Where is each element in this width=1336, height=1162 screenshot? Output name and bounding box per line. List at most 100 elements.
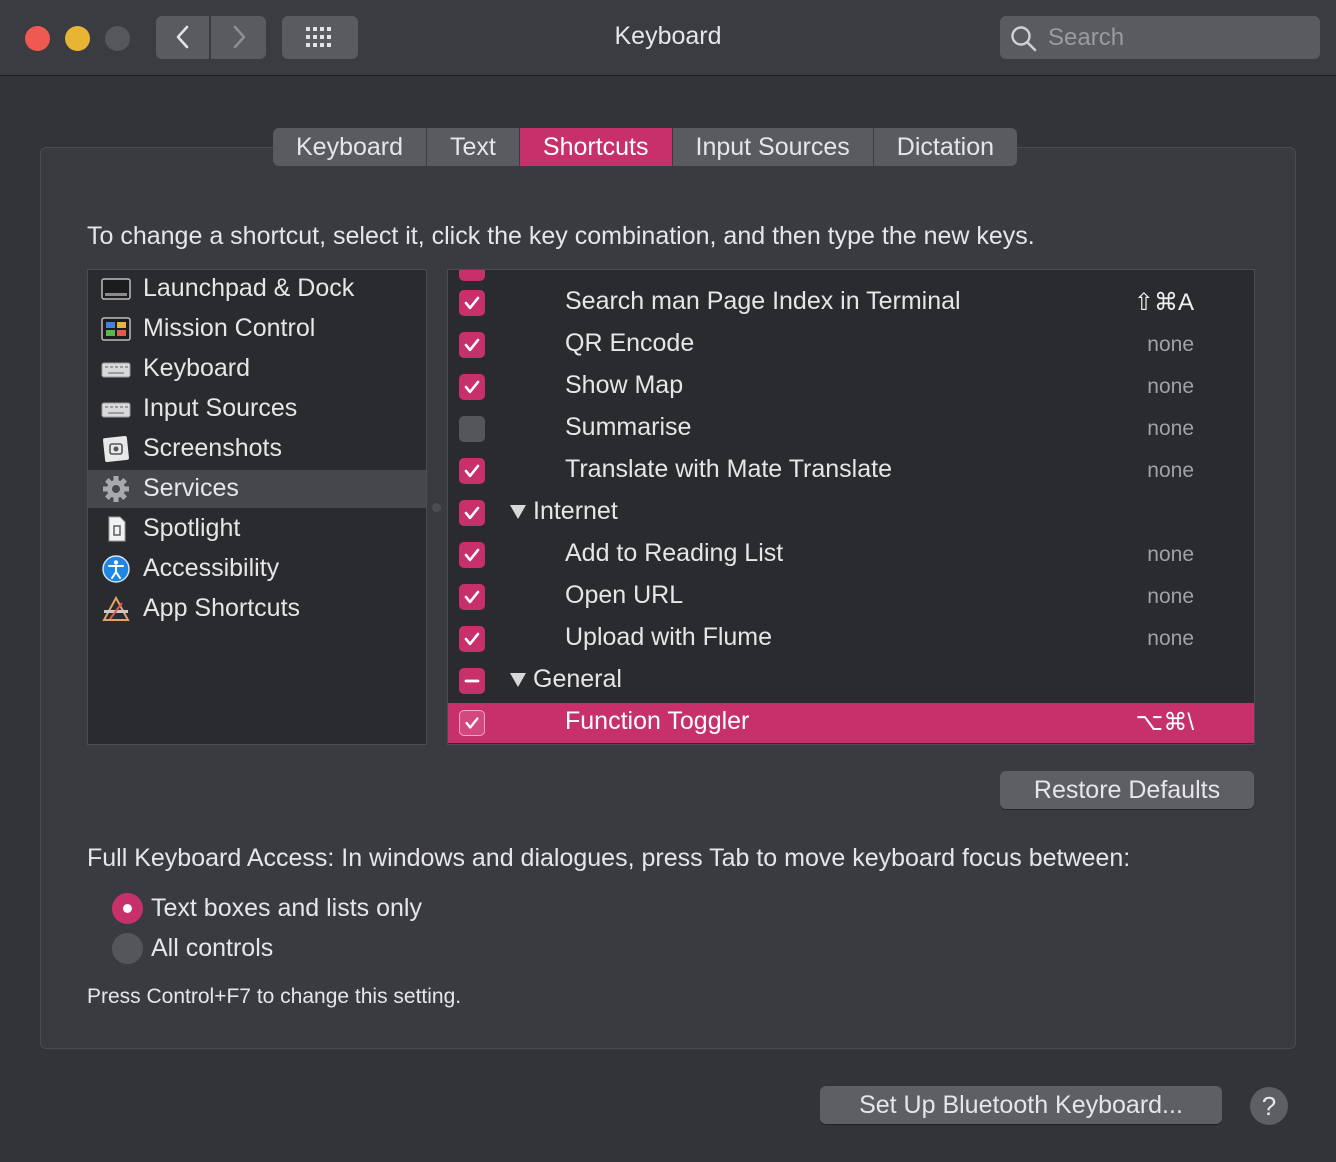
- instruction-text: To change a shortcut, select it, click t…: [87, 222, 1035, 250]
- category-label: Screenshots: [143, 434, 282, 462]
- category-list[interactable]: Launchpad & Dock Mission Control Keyboar…: [87, 269, 427, 745]
- shortcut-keys[interactable]: none: [1147, 585, 1194, 609]
- service-label: Function Toggler: [565, 707, 750, 735]
- gear-icon: [103, 476, 129, 502]
- tab-shortcuts[interactable]: Shortcuts: [519, 128, 673, 166]
- checkmark-icon: [464, 380, 480, 394]
- category-spotlight[interactable]: Spotlight: [88, 510, 426, 548]
- radio-button[interactable]: [112, 933, 143, 964]
- service-label: QR Encode: [565, 329, 695, 357]
- screenshots-icon: [103, 436, 129, 462]
- service-label: Add to Reading List: [565, 539, 784, 567]
- disclosure-triangle-icon[interactable]: [510, 505, 526, 519]
- checkmark-icon: [464, 632, 480, 646]
- app-shortcuts-icon: [102, 595, 130, 621]
- service-label: Summarise: [565, 413, 692, 441]
- checkbox[interactable]: [459, 332, 485, 358]
- help-button[interactable]: ?: [1250, 1087, 1288, 1125]
- shortcut-keys[interactable]: ⇧⌘A: [1134, 288, 1194, 317]
- keyboard-icon: [101, 362, 131, 378]
- radio-label: Text boxes and lists only: [151, 894, 422, 922]
- category-screenshots[interactable]: Screenshots: [88, 430, 426, 468]
- category-accessibility[interactable]: Accessibility: [88, 550, 426, 588]
- radio-button-selected[interactable]: [112, 893, 143, 924]
- category-label: App Shortcuts: [143, 594, 301, 622]
- shortcut-keys[interactable]: ⌥⌘\: [1136, 708, 1194, 737]
- category-label: Services: [143, 474, 239, 502]
- control-f7-note: Press Control+F7 to change this setting.: [87, 985, 462, 1008]
- checkmark-icon: [464, 548, 480, 562]
- shortcut-keys[interactable]: none: [1147, 543, 1194, 567]
- checkmark-icon: [464, 590, 480, 604]
- preferences-window: Keyboard Keyboard Text Shortcuts Input S…: [0, 0, 1336, 1162]
- list-item[interactable]: Open URL none: [448, 577, 1254, 617]
- bluetooth-keyboard-button[interactable]: Set Up Bluetooth Keyboard...: [820, 1086, 1222, 1124]
- service-label: Show Map: [565, 371, 684, 399]
- checkbox[interactable]: [459, 374, 485, 400]
- service-label: Upload with Flume: [565, 623, 773, 651]
- shortcut-keys[interactable]: none: [1147, 459, 1194, 483]
- radio-label: All controls: [151, 934, 274, 962]
- checkbox[interactable]: [459, 500, 485, 526]
- launchpad-dock-icon: [101, 278, 131, 300]
- checkbox[interactable]: [459, 270, 485, 281]
- service-label: Search man Page Index in Terminal: [565, 287, 961, 315]
- service-label: Translate with Mate Translate: [565, 455, 892, 483]
- category-label: Spotlight: [143, 514, 241, 542]
- group-label: General: [533, 665, 622, 693]
- search-icon: [1011, 26, 1037, 52]
- search-field[interactable]: [1000, 16, 1320, 59]
- full-keyboard-access-label: Full Keyboard Access: In windows and dia…: [87, 844, 1131, 872]
- checkbox[interactable]: [459, 416, 485, 442]
- checkbox[interactable]: [459, 542, 485, 568]
- checkbox-mixed[interactable]: [459, 668, 485, 694]
- service-label: Open URL: [565, 581, 684, 609]
- checkbox[interactable]: [459, 458, 485, 484]
- checkbox[interactable]: [459, 710, 485, 736]
- list-item[interactable]: Translate with Mate Translate none: [448, 451, 1254, 491]
- split-view-handle[interactable]: [432, 503, 441, 512]
- shortcut-keys[interactable]: none: [1147, 417, 1194, 441]
- list-item[interactable]: Summarise none: [448, 409, 1254, 449]
- category-label: Mission Control: [143, 314, 316, 342]
- search-input[interactable]: [1046, 22, 1310, 54]
- list-item[interactable]: QR Encode none: [448, 325, 1254, 365]
- shortcut-keys[interactable]: none: [1147, 333, 1194, 357]
- checkbox[interactable]: [459, 290, 485, 316]
- input-sources-icon: [101, 402, 131, 418]
- checkmark-icon: [464, 506, 480, 520]
- list-item[interactable]: Upload with Flume none: [448, 619, 1254, 659]
- category-input-sources[interactable]: Input Sources: [88, 390, 426, 428]
- category-services[interactable]: Services: [88, 470, 426, 508]
- minus-icon: [464, 679, 480, 683]
- tab-text[interactable]: Text: [427, 128, 520, 166]
- checkmark-icon: [464, 338, 480, 352]
- list-item[interactable]: Add to Reading List none: [448, 535, 1254, 575]
- list-item[interactable]: Show Map none: [448, 367, 1254, 407]
- category-label: Launchpad & Dock: [143, 274, 355, 302]
- shortcut-keys[interactable]: none: [1147, 375, 1194, 399]
- list-item-selected[interactable]: Function Toggler ⌥⌘\: [448, 703, 1254, 743]
- category-launchpad-dock[interactable]: Launchpad & Dock: [88, 270, 426, 308]
- list-item[interactable]: Search man Page Index in Terminal ⇧⌘A: [448, 283, 1254, 323]
- group-row-internet[interactable]: Internet: [448, 493, 1254, 533]
- category-label: Input Sources: [143, 394, 298, 422]
- category-app-shortcuts[interactable]: App Shortcuts: [88, 590, 426, 628]
- checkbox[interactable]: [459, 626, 485, 652]
- category-label: Keyboard: [143, 354, 251, 382]
- group-label: Internet: [533, 497, 618, 525]
- spotlight-icon: [108, 516, 126, 542]
- category-mission-control[interactable]: Mission Control: [88, 310, 426, 348]
- tab-input-sources[interactable]: Input Sources: [672, 128, 874, 166]
- accessibility-icon: [102, 555, 130, 583]
- category-keyboard[interactable]: Keyboard: [88, 350, 426, 388]
- checkmark-icon: [464, 296, 480, 310]
- checkbox[interactable]: [459, 584, 485, 610]
- restore-defaults-button[interactable]: Restore Defaults: [1000, 771, 1254, 809]
- tab-dictation[interactable]: Dictation: [873, 128, 1018, 166]
- disclosure-triangle-icon[interactable]: [510, 673, 526, 687]
- shortcut-keys[interactable]: none: [1147, 627, 1194, 651]
- services-list[interactable]: Search man Page Index in Terminal ⇧⌘A QR…: [447, 269, 1255, 745]
- tab-keyboard[interactable]: Keyboard: [273, 128, 428, 166]
- group-row-general[interactable]: General: [448, 661, 1254, 701]
